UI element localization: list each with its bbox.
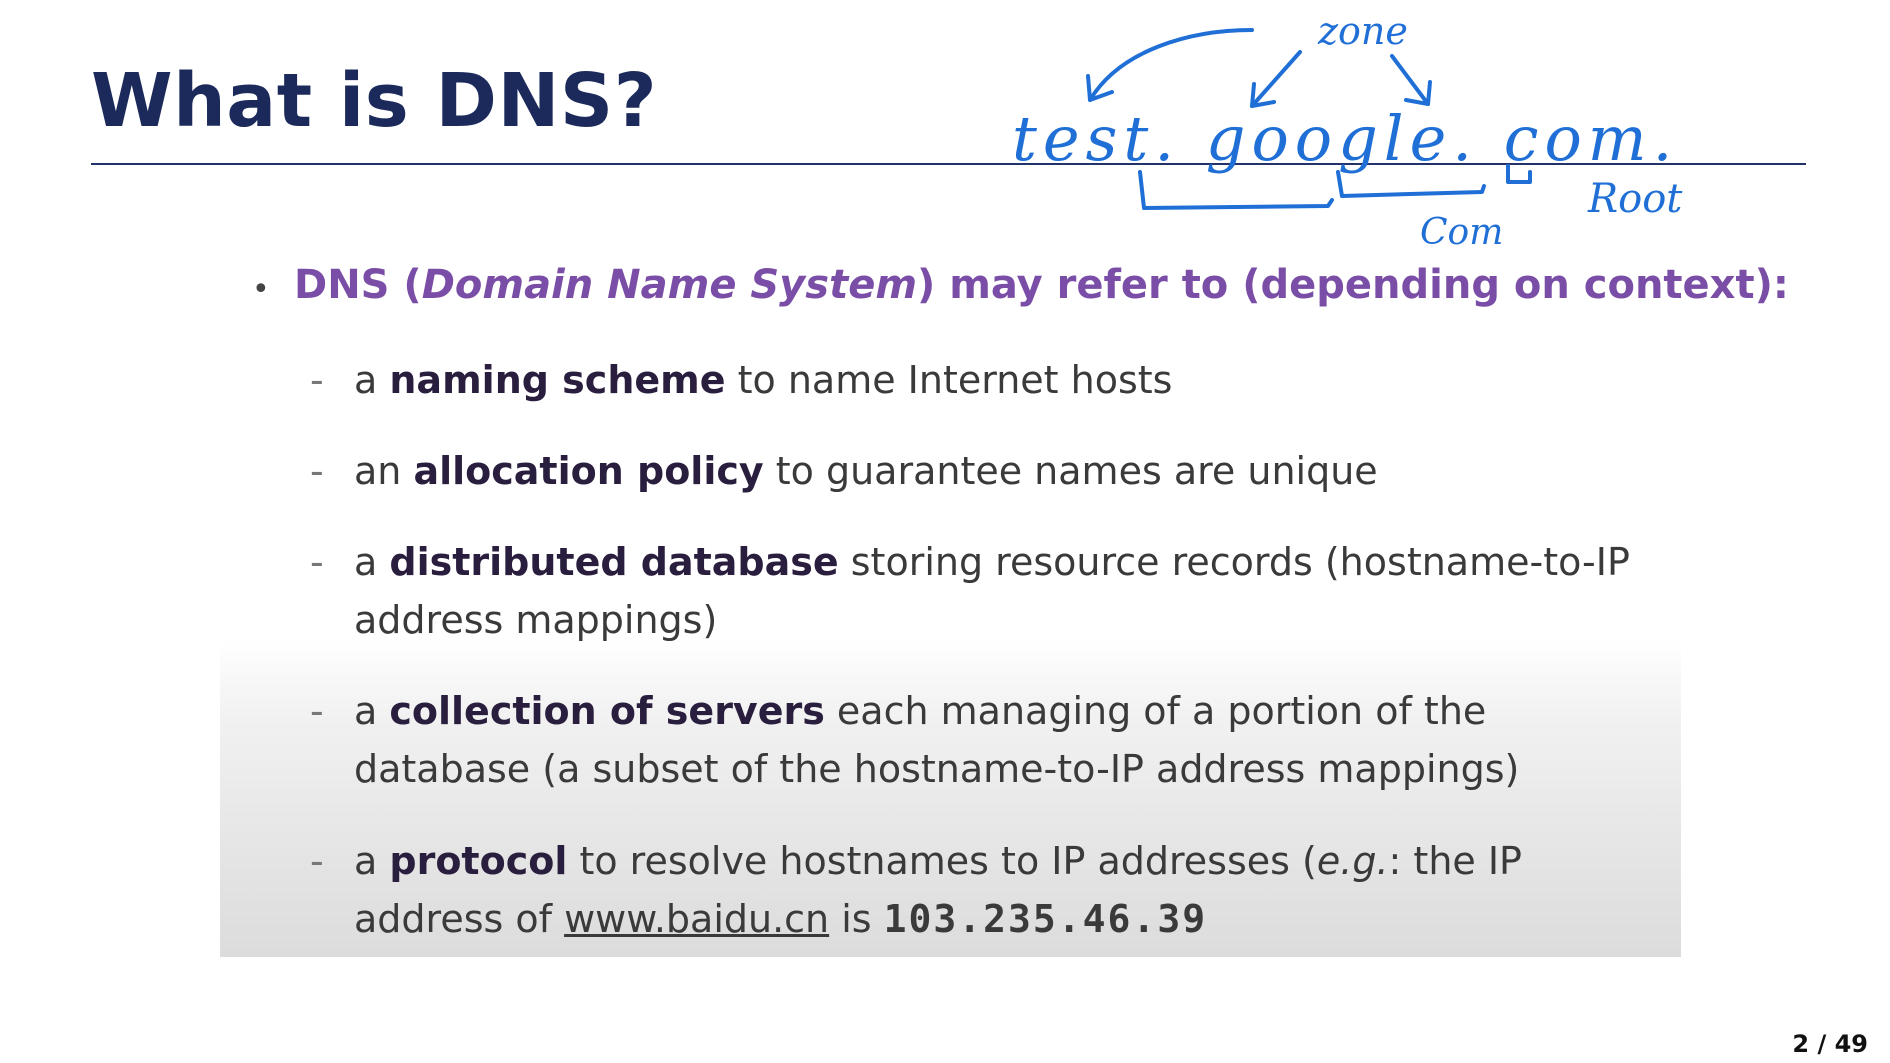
main-bullet-text: DNS (Domain Name System) may refer to (d… <box>294 262 1789 308</box>
baidu-link[interactable]: www.baidu.cn <box>564 897 829 941</box>
bullet-dot: • <box>252 272 270 307</box>
bracket-com <box>1336 170 1486 198</box>
arrow-to-root <box>1390 54 1430 106</box>
slide-title: What is DNS? <box>91 58 658 144</box>
handwritten-annotation: test. google. com. zone Com Root <box>1012 9 1683 253</box>
hw-zone-label: zone <box>1317 9 1408 53</box>
arrow-to-google <box>1250 50 1302 108</box>
bracket-test-google <box>1138 170 1334 210</box>
hw-root-label: Root <box>1587 176 1683 222</box>
arrow-to-test <box>1088 28 1254 102</box>
page-number: 2 / 49 <box>1792 1030 1868 1058</box>
hw-com-label: Com <box>1420 212 1503 253</box>
hw-domain-text: test. google. com. <box>1012 102 1678 175</box>
ip-address: 103.235.46.39 <box>883 897 1208 941</box>
